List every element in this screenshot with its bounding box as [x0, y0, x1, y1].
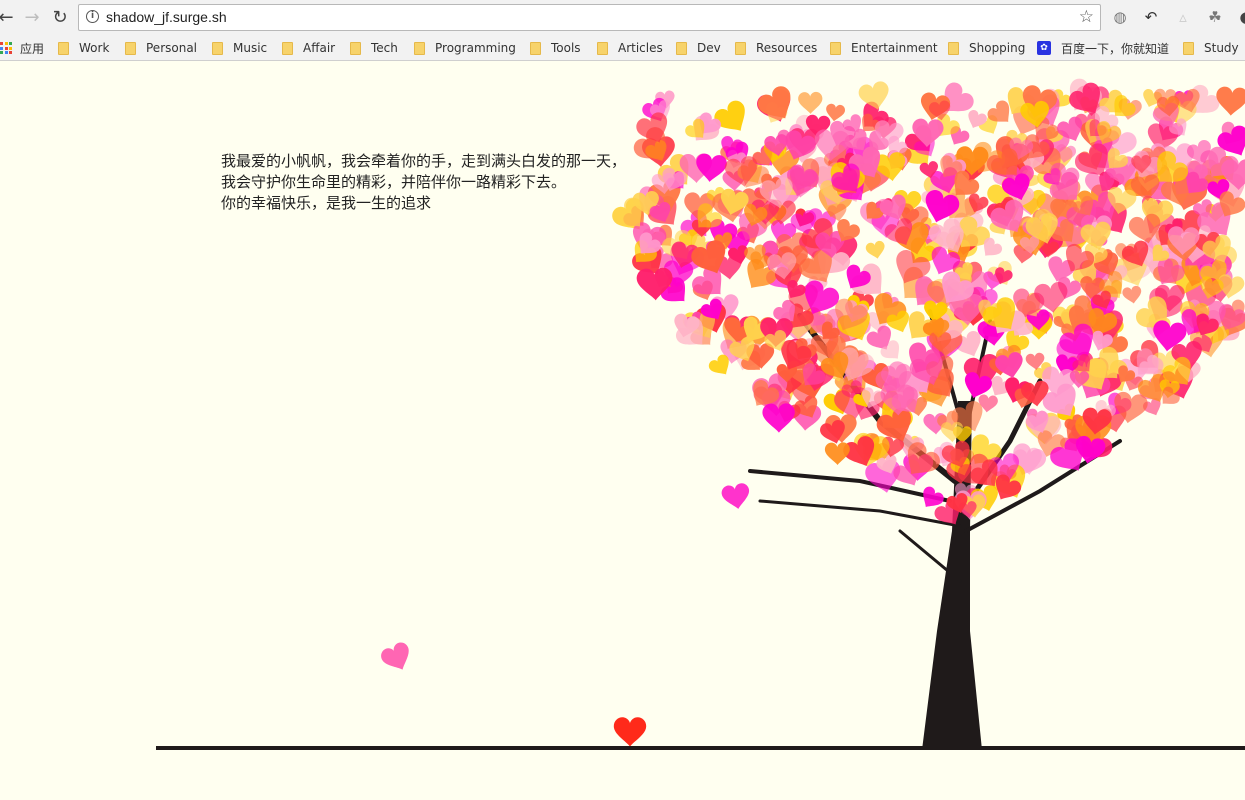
bookmark-folder-personal[interactable]: Personal [125, 39, 197, 57]
bookmark-folder-dev[interactable]: Dev [676, 39, 721, 57]
bookmark-label: Music [233, 41, 268, 55]
bookmark-folder-resources[interactable]: Resources [735, 39, 817, 57]
apps-grid-icon [0, 42, 12, 54]
folder-icon [676, 41, 687, 55]
ground-heart [613, 717, 647, 747]
heart-leaf [1214, 86, 1245, 117]
bookmark-label: Shopping [969, 41, 1026, 55]
floating-heart [720, 482, 752, 512]
folder-icon [1183, 41, 1194, 55]
bookmark-label: Affair [303, 41, 336, 55]
bookmark-label: Programming [435, 41, 516, 55]
folder-icon [125, 41, 136, 55]
heart-leaf-cloud [608, 75, 1245, 532]
bookmark-label: 应用 [20, 41, 45, 56]
bookmark-star-icon[interactable]: ☆ [1079, 7, 1094, 27]
bookmarks-bar: 应用 Work Personal Music Affair Tech Progr… [0, 35, 1245, 61]
bookmark-folder-articles[interactable]: Articles [597, 39, 663, 57]
bookmark-folder-music[interactable]: Music [212, 39, 267, 57]
folder-icon [530, 41, 541, 55]
bookmark-label: 百度一下，你就知道 [1061, 41, 1170, 56]
site-info-icon[interactable]: i [86, 10, 99, 23]
folder-icon [212, 41, 223, 55]
folder-icon [948, 41, 959, 55]
back-arrow-icon[interactable]: ← [0, 5, 18, 29]
baidu-paw-icon: ✿ [1037, 41, 1051, 55]
leaf-extension-icon[interactable]: ☘ [1205, 7, 1225, 27]
folder-icon [597, 41, 608, 55]
bookmark-apps[interactable]: 应用 [0, 39, 44, 57]
bookmark-label: Articles [618, 41, 663, 55]
bookmark-label: Tools [551, 41, 581, 55]
url-text[interactable]: shadow_jf.surge.sh [106, 9, 227, 25]
falling-heart [378, 640, 416, 676]
globe-extension-icon[interactable]: ◍ [1110, 7, 1130, 27]
heart-leaf [864, 239, 887, 261]
bookmark-folder-entertainment[interactable]: Entertainment [830, 39, 938, 57]
bookmark-folder-study[interactable]: Study [1183, 39, 1239, 57]
bookmark-label: Study [1204, 41, 1239, 55]
browser-toolbar: ← → ↻ i shadow_jf.surge.sh ☆ ◍ ↶ ▵ ☘ ◐ [0, 0, 1245, 35]
bookmark-folder-programming[interactable]: Programming [414, 39, 516, 57]
menu-extension-icon[interactable]: ◐ [1236, 7, 1245, 27]
heart-leaf [798, 91, 823, 115]
reload-icon[interactable]: ↻ [48, 5, 72, 29]
bookmark-label: Tech [371, 41, 398, 55]
bookmark-folder-tools[interactable]: Tools [530, 39, 581, 57]
heart-leaf [824, 442, 851, 466]
page-canvas: 我最爱的小帆帆，我会牵着你的手，走到满头白发的那一天， 我会守护你生命里的精彩，… [0, 61, 1245, 800]
bookmark-folder-tech[interactable]: Tech [350, 39, 398, 57]
heart-leaf [1121, 285, 1144, 306]
bookmark-label: Dev [697, 41, 721, 55]
translate-extension-icon[interactable]: ▵ [1173, 7, 1193, 27]
forward-arrow-icon[interactable]: → [20, 5, 44, 29]
bookmark-label: Resources [756, 41, 818, 55]
bookmark-folder-work[interactable]: Work [58, 39, 109, 57]
bookmark-label: Personal [146, 41, 198, 55]
heart-tree-illustration [378, 75, 1245, 750]
bookmark-folder-shopping[interactable]: Shopping [948, 39, 1025, 57]
bookmark-baidu[interactable]: ✿ 百度一下，你就知道 [1037, 39, 1169, 57]
folder-icon [282, 41, 293, 55]
folder-icon [735, 41, 746, 55]
folder-icon [350, 41, 361, 55]
bookmark-label: Work [79, 41, 110, 55]
address-bar[interactable]: i shadow_jf.surge.sh ☆ [78, 4, 1101, 31]
folder-icon [414, 41, 425, 55]
folder-icon [58, 41, 69, 55]
bookmark-label: Entertainment [851, 41, 938, 55]
folder-icon [830, 41, 841, 55]
bookmark-folder-affair[interactable]: Affair [282, 39, 335, 57]
ground-line [156, 746, 1245, 750]
undo-extension-icon[interactable]: ↶ [1141, 7, 1161, 27]
